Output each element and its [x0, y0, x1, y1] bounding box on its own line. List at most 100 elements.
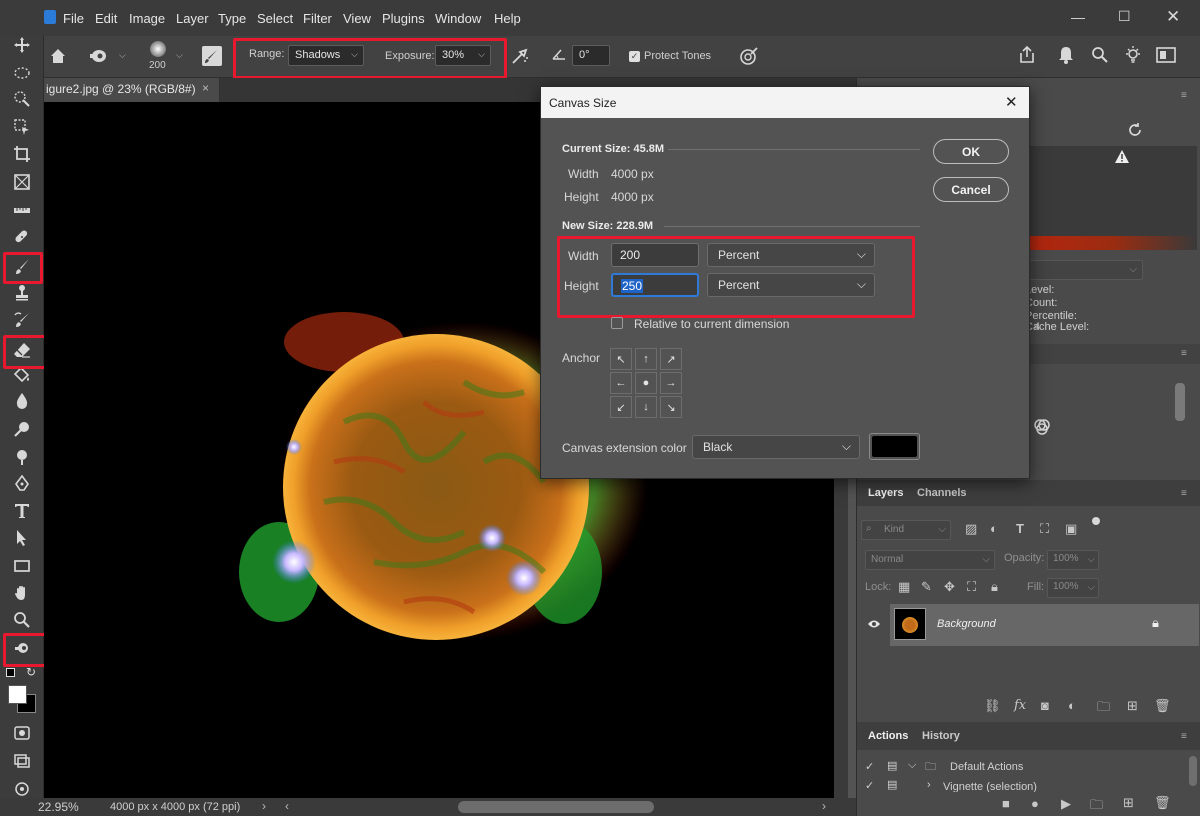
object-selection-icon[interactable]	[9, 116, 35, 138]
anchor-bottom-right[interactable]: ↘	[660, 396, 682, 418]
histogram-channel-select[interactable]: ⌵	[1029, 260, 1143, 280]
width-input[interactable]: 200	[611, 243, 699, 267]
history-brush-icon[interactable]	[9, 309, 35, 331]
menu-plugins[interactable]: Plugins	[382, 11, 425, 26]
filter-pixel-icon[interactable]: ▨	[965, 521, 977, 537]
menu-edit[interactable]: Edit	[95, 11, 117, 26]
record-icon[interactable]: ●	[1031, 796, 1039, 811]
delete-layer-icon[interactable]: 🗑︎	[1154, 698, 1171, 714]
cancel-button[interactable]: Cancel	[933, 177, 1009, 202]
new-layer-icon[interactable]: ⊞	[1127, 698, 1138, 714]
layer-row-background[interactable]: Background 🔒︎	[890, 604, 1199, 646]
crop-tool-icon[interactable]	[9, 143, 35, 165]
stop-icon[interactable]: ■	[1002, 796, 1010, 811]
filter-toggle-icon[interactable]	[1092, 517, 1100, 525]
height-unit-select[interactable]: Percent ⌵	[707, 273, 875, 297]
tab-channels[interactable]: Channels	[917, 487, 967, 499]
pen-tool-icon[interactable]	[9, 473, 35, 495]
tab-history[interactable]: History	[922, 730, 960, 742]
dialog-close-icon[interactable]: ✕	[1005, 93, 1018, 111]
document-tab[interactable]: igure2.jpg @ 23% (RGB/8#) ×	[44, 78, 220, 102]
home-icon[interactable]	[49, 47, 67, 68]
extension-color-swatch[interactable]	[869, 433, 920, 460]
screen-mode-icon[interactable]	[9, 750, 35, 772]
menu-file[interactable]: File	[63, 11, 84, 26]
warning-icon[interactable]	[1115, 150, 1129, 166]
filter-shape-icon[interactable]: ⛶	[1040, 521, 1049, 537]
hand-tool-icon[interactable]	[9, 582, 35, 604]
sponge-tool-icon[interactable]	[9, 446, 35, 468]
zoom-level[interactable]: 22.95%	[38, 800, 79, 814]
quick-selection-icon[interactable]	[9, 88, 35, 110]
scroll-right-icon[interactable]: ›	[822, 799, 826, 813]
filter-type-icon[interactable]: T	[1016, 521, 1024, 536]
menu-type[interactable]: Type	[218, 11, 246, 26]
paint-bucket-icon[interactable]	[9, 364, 35, 386]
status-chevron-icon[interactable]: ›	[262, 799, 266, 813]
anchor-top-right[interactable]: ↗	[660, 348, 682, 370]
default-colors-icon[interactable]	[6, 668, 15, 677]
angle-input[interactable]: 0°	[572, 45, 610, 66]
tab-close-icon[interactable]: ×	[202, 81, 209, 95]
horizontal-scroll-thumb[interactable]	[458, 801, 654, 813]
lock-pixels-icon[interactable]: ✎	[921, 579, 932, 595]
workspace-icon[interactable]	[1156, 47, 1176, 66]
quick-mask-icon[interactable]	[9, 722, 35, 744]
adjustment-layer-icon[interactable]: ◐	[1068, 698, 1076, 713]
action-dialog-icon[interactable]: ▤	[887, 778, 897, 791]
action-check-icon[interactable]: ✓	[865, 760, 874, 773]
panel-menu-icon[interactable]: ≡	[1181, 348, 1187, 359]
dialog-titlebar[interactable]: Canvas Size ✕	[541, 87, 1029, 118]
lock-artboard-icon[interactable]: ⛶	[967, 579, 976, 595]
properties-scroll-thumb[interactable]	[1175, 383, 1185, 421]
menu-select[interactable]: Select	[257, 11, 293, 26]
layer-style-icon[interactable]: fx	[1014, 698, 1026, 713]
actions-scroll-thumb[interactable]	[1189, 756, 1197, 786]
lock-position-icon[interactable]: ✥	[944, 579, 955, 595]
menu-view[interactable]: View	[343, 11, 371, 26]
clone-stamp-icon[interactable]	[9, 282, 35, 304]
libraries-icon[interactable]	[1033, 418, 1051, 439]
rectangle-tool-icon[interactable]	[9, 555, 35, 577]
layer-visibility-icon[interactable]	[867, 618, 881, 632]
notifications-icon[interactable]	[1057, 45, 1075, 68]
pressure-icon[interactable]	[738, 45, 760, 70]
foreground-color-swatch[interactable]	[8, 685, 27, 704]
scroll-left-icon[interactable]: ‹	[285, 799, 289, 813]
anchor-top-left[interactable]: ↖	[610, 348, 632, 370]
action-set-name[interactable]: Default Actions	[950, 761, 1023, 773]
menu-layer[interactable]: Layer	[176, 11, 209, 26]
menu-filter[interactable]: Filter	[303, 11, 332, 26]
height-input[interactable]: 250	[611, 273, 699, 297]
action-expand-icon[interactable]: ›	[927, 779, 931, 791]
panel-menu-icon[interactable]: ≡	[1181, 488, 1187, 499]
new-group-icon[interactable]: 🗀︎	[1097, 698, 1110, 720]
tab-actions[interactable]: Actions	[868, 730, 908, 742]
layer-name[interactable]: Background	[937, 618, 996, 630]
brush-settings-icon[interactable]	[202, 46, 222, 66]
new-set-icon[interactable]: 🗀︎	[1090, 796, 1103, 816]
filter-adjustment-icon[interactable]: ◐	[990, 521, 998, 536]
width-unit-select[interactable]: Percent ⌵	[707, 243, 875, 267]
search-icon[interactable]	[1091, 46, 1109, 67]
anchor-top[interactable]: ↑	[635, 348, 657, 370]
maximize-icon[interactable]: ☐	[1118, 8, 1131, 25]
delete-action-icon[interactable]: 🗑︎	[1154, 795, 1171, 811]
zoom-tool-icon[interactable]	[9, 609, 35, 631]
menu-image[interactable]: Image	[129, 11, 165, 26]
anchor-right[interactable]: →	[660, 372, 682, 394]
panel-menu-icon[interactable]: ≡	[1181, 90, 1187, 101]
anchor-bottom-left[interactable]: ↙	[610, 396, 632, 418]
minimize-icon[interactable]: —	[1071, 9, 1085, 25]
blur-tool-icon[interactable]	[9, 390, 35, 412]
extra-tools-icon[interactable]	[9, 778, 35, 800]
discover-icon[interactable]	[1123, 44, 1143, 69]
frame-tool-icon[interactable]	[9, 171, 35, 193]
brush-dropdown-icon[interactable]: ⌵	[176, 50, 183, 61]
exposure-input[interactable]: 30% ⌵	[435, 45, 491, 66]
fill-input[interactable]: 100% ⌵	[1047, 578, 1099, 598]
healing-brush-icon[interactable]	[9, 226, 35, 248]
blend-mode-select[interactable]: Normal ⌵	[865, 550, 995, 570]
anchor-left[interactable]: ←	[610, 372, 632, 394]
tool-preset-dropdown-icon[interactable]: ⌵	[119, 50, 126, 61]
